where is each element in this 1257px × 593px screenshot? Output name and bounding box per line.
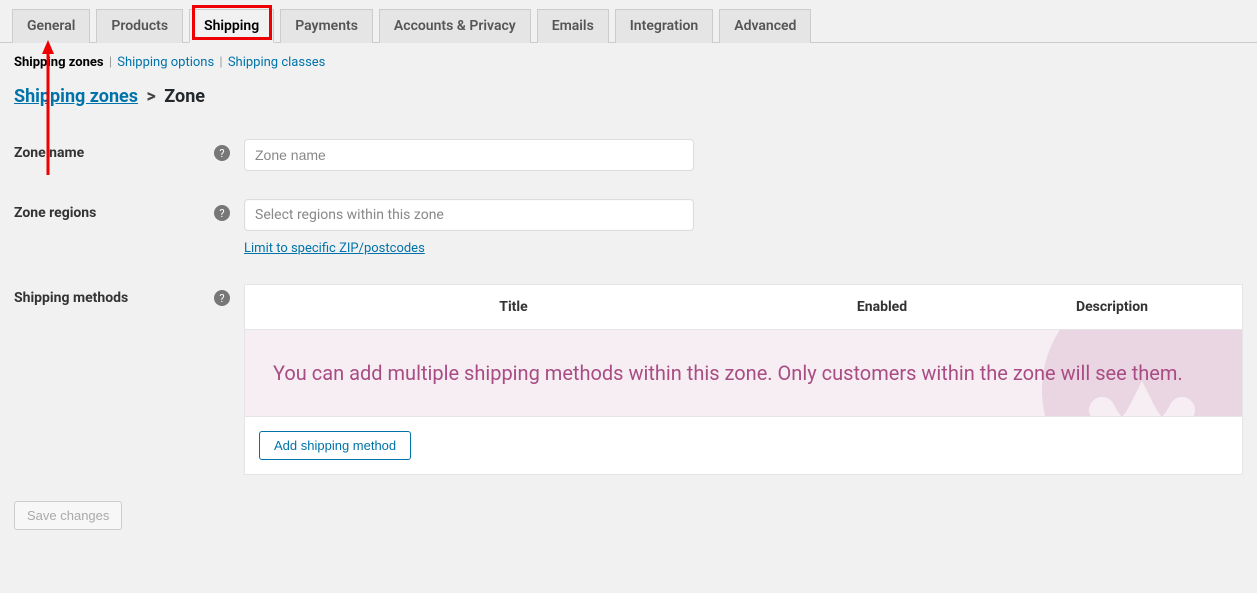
zone-regions-select[interactable]: Select regions within this zone (244, 199, 694, 231)
shipping-methods-table: Title Enabled Description You can add mu… (244, 284, 1243, 475)
tab-products[interactable]: Products (96, 9, 183, 43)
tab-integration[interactable]: Integration (615, 9, 713, 43)
help-icon[interactable]: ? (214, 290, 230, 306)
tab-accounts-privacy[interactable]: Accounts & Privacy (379, 9, 531, 43)
woocommerce-bg-icon (982, 330, 1242, 416)
tab-emails[interactable]: Emails (537, 9, 609, 43)
shipping-methods-footer: Add shipping method (245, 416, 1242, 474)
column-description: Description (982, 285, 1242, 329)
subnav-shipping-classes[interactable]: Shipping classes (228, 55, 326, 70)
tab-general[interactable]: General (12, 9, 90, 43)
subnav-separator: | (109, 55, 112, 70)
help-icon[interactable]: ? (214, 145, 230, 161)
breadcrumb: Shipping zones > Zone (0, 82, 1257, 125)
subnav-shipping-options[interactable]: Shipping options (117, 55, 214, 70)
shipping-methods-blank-slate: You can add multiple shipping methods wi… (245, 330, 1242, 416)
column-enabled: Enabled (782, 285, 982, 329)
help-icon[interactable]: ? (214, 205, 230, 221)
field-row-zone-name: Zone name ? (0, 125, 1257, 185)
tab-payments[interactable]: Payments (280, 9, 373, 43)
zone-name-label: Zone name (14, 145, 84, 161)
shipping-subnav: Shipping zones | Shipping options | Ship… (0, 43, 1257, 82)
subnav-shipping-zones[interactable]: Shipping zones (14, 55, 104, 70)
subnav-separator: | (219, 55, 222, 70)
save-changes-button[interactable]: Save changes (14, 501, 122, 530)
shipping-methods-label: Shipping methods (14, 290, 128, 306)
limit-zip-postcodes-link[interactable]: Limit to specific ZIP/postcodes (244, 241, 425, 256)
tab-shipping[interactable]: Shipping (189, 9, 274, 43)
zone-regions-label: Zone regions (14, 205, 96, 221)
field-row-zone-regions: Zone regions ? Select regions within thi… (0, 185, 1257, 270)
field-row-shipping-methods: Shipping methods ? Title Enabled Descrip… (0, 270, 1257, 489)
add-shipping-method-button[interactable]: Add shipping method (259, 431, 411, 460)
settings-tabs: General Products Shipping Payments Accou… (0, 0, 1257, 43)
shipping-methods-header: Title Enabled Description (245, 285, 1242, 330)
breadcrumb-separator: > (147, 86, 156, 107)
zone-name-input[interactable] (244, 139, 694, 171)
column-title: Title (245, 285, 782, 329)
tab-advanced[interactable]: Advanced (719, 9, 811, 43)
breadcrumb-shipping-zones-link[interactable]: Shipping zones (14, 86, 138, 107)
breadcrumb-current: Zone (164, 86, 205, 107)
